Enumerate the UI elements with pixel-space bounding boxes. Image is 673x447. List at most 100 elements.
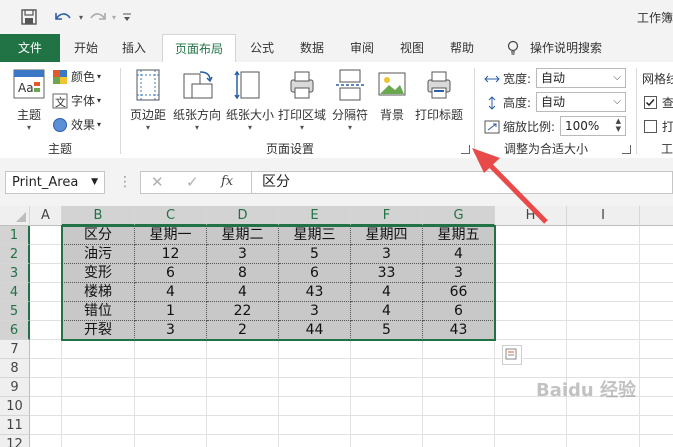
empty-cell[interactable] (62, 378, 135, 397)
empty-cell[interactable] (567, 245, 640, 264)
column-header-D[interactable]: D (207, 206, 279, 226)
table-header-cell[interactable]: 星期二 (207, 226, 279, 245)
table-header-cell[interactable]: 星期四 (351, 226, 423, 245)
column-header-C[interactable]: C (135, 206, 207, 226)
empty-cell[interactable] (640, 435, 673, 447)
tab-page-layout[interactable]: 页面布局 (162, 34, 236, 62)
table-cell[interactable]: 43 (423, 321, 495, 340)
empty-cell[interactable] (495, 416, 567, 435)
row-header-11[interactable]: 11 (0, 416, 30, 435)
column-header-H[interactable]: H (495, 206, 567, 226)
empty-cell[interactable] (351, 416, 423, 435)
empty-cell[interactable] (30, 416, 62, 435)
row-header-2[interactable]: 2 (0, 245, 30, 264)
tab-home[interactable]: 开始 (64, 34, 108, 62)
column-header-B[interactable]: B (62, 206, 135, 226)
empty-cell[interactable] (495, 435, 567, 447)
redo-dropdown-icon[interactable]: ▾ (110, 7, 118, 27)
scale-dialog-launcher-icon[interactable] (622, 145, 631, 154)
empty-cell[interactable] (567, 340, 640, 359)
empty-cell[interactable] (62, 416, 135, 435)
empty-cell[interactable] (640, 340, 673, 359)
empty-cell[interactable] (279, 397, 351, 416)
empty-cell[interactable] (567, 435, 640, 447)
height-select[interactable]: 自动 ⌵ (536, 92, 626, 112)
empty-cell[interactable] (62, 340, 135, 359)
empty-cell[interactable] (30, 264, 62, 283)
worksheet-grid[interactable]: ABCDEFGHI 1 2 3 4 5 6 7 8 9 10 11 12 区分 星期一 星期二 星期三 星期四… (0, 206, 673, 447)
empty-cell[interactable] (135, 378, 207, 397)
empty-cell[interactable] (207, 378, 279, 397)
tab-view[interactable]: 视图 (390, 34, 434, 62)
quick-analysis-icon[interactable] (502, 345, 522, 365)
undo-dropdown-icon[interactable]: ▾ (77, 7, 85, 27)
empty-cell[interactable] (495, 302, 567, 321)
table-cell[interactable]: 6 (423, 302, 495, 321)
empty-cell[interactable] (135, 359, 207, 378)
empty-cell[interactable] (423, 340, 495, 359)
table-cell[interactable]: 4 (351, 302, 423, 321)
row-header-1[interactable]: 1 (0, 226, 30, 245)
print-titles-button[interactable]: 打印标题 (413, 68, 465, 123)
row-header-7[interactable]: 7 (0, 340, 30, 359)
empty-cell[interactable] (62, 435, 135, 447)
row-header-10[interactable]: 10 (0, 397, 30, 416)
empty-cell[interactable] (567, 226, 640, 245)
empty-cell[interactable] (30, 397, 62, 416)
empty-cell[interactable] (30, 245, 62, 264)
empty-cell[interactable] (30, 321, 62, 340)
empty-cell[interactable] (135, 435, 207, 447)
empty-cell[interactable] (495, 245, 567, 264)
effects-button[interactable]: 效果 ▾ (52, 116, 101, 133)
name-box[interactable]: Print_Area ▼ (5, 171, 105, 194)
empty-cell[interactable] (207, 340, 279, 359)
empty-cell[interactable] (207, 435, 279, 447)
lightbulb-icon[interactable] (504, 34, 522, 62)
customize-toolbar-icon[interactable] (120, 7, 134, 27)
empty-cell[interactable] (640, 397, 673, 416)
table-cell[interactable]: 6 (135, 264, 207, 283)
table-cell[interactable]: 4 (423, 245, 495, 264)
empty-cell[interactable] (207, 416, 279, 435)
empty-cell[interactable] (640, 416, 673, 435)
empty-cell[interactable] (30, 378, 62, 397)
row-header-6[interactable]: 6 (0, 321, 30, 340)
gridlines-view-checkbox[interactable]: 查 (644, 94, 673, 111)
table-cell[interactable]: 33 (351, 264, 423, 283)
empty-cell[interactable] (640, 378, 673, 397)
table-cell[interactable]: 开裂 (62, 321, 135, 340)
tell-me-search[interactable]: 操作说明搜索 (530, 34, 610, 62)
empty-cell[interactable] (567, 302, 640, 321)
table-cell[interactable]: 12 (135, 245, 207, 264)
empty-cell[interactable] (495, 321, 567, 340)
table-cell[interactable]: 4 (351, 283, 423, 302)
table-cell[interactable]: 3 (135, 321, 207, 340)
table-cell[interactable]: 3 (351, 245, 423, 264)
empty-cell[interactable] (30, 226, 62, 245)
size-button[interactable]: 纸张大小 ▾ (225, 68, 275, 133)
empty-cell[interactable] (279, 378, 351, 397)
table-cell[interactable]: 8 (207, 264, 279, 283)
table-header-cell[interactable]: 星期三 (279, 226, 351, 245)
save-icon[interactable] (18, 7, 40, 27)
scale-spinner[interactable]: 100% ▲ ▼ (560, 116, 626, 136)
colors-button[interactable]: 颜色 ▾ (52, 68, 101, 85)
empty-cell[interactable] (423, 416, 495, 435)
tab-file[interactable]: 文件 (0, 34, 60, 62)
empty-cell[interactable] (279, 416, 351, 435)
empty-cell[interactable] (423, 397, 495, 416)
empty-cell[interactable] (495, 264, 567, 283)
empty-cell[interactable] (207, 359, 279, 378)
empty-cell[interactable] (567, 283, 640, 302)
column-header-F[interactable]: F (351, 206, 423, 226)
empty-cell[interactable] (279, 340, 351, 359)
redo-icon[interactable] (88, 7, 110, 27)
row-header-8[interactable]: 8 (0, 359, 30, 378)
empty-cell[interactable] (423, 435, 495, 447)
table-cell[interactable]: 66 (423, 283, 495, 302)
empty-cell[interactable] (495, 226, 567, 245)
empty-cell[interactable] (495, 283, 567, 302)
table-cell[interactable]: 1 (135, 302, 207, 321)
row-header-3[interactable]: 3 (0, 264, 30, 283)
empty-cell[interactable] (567, 321, 640, 340)
